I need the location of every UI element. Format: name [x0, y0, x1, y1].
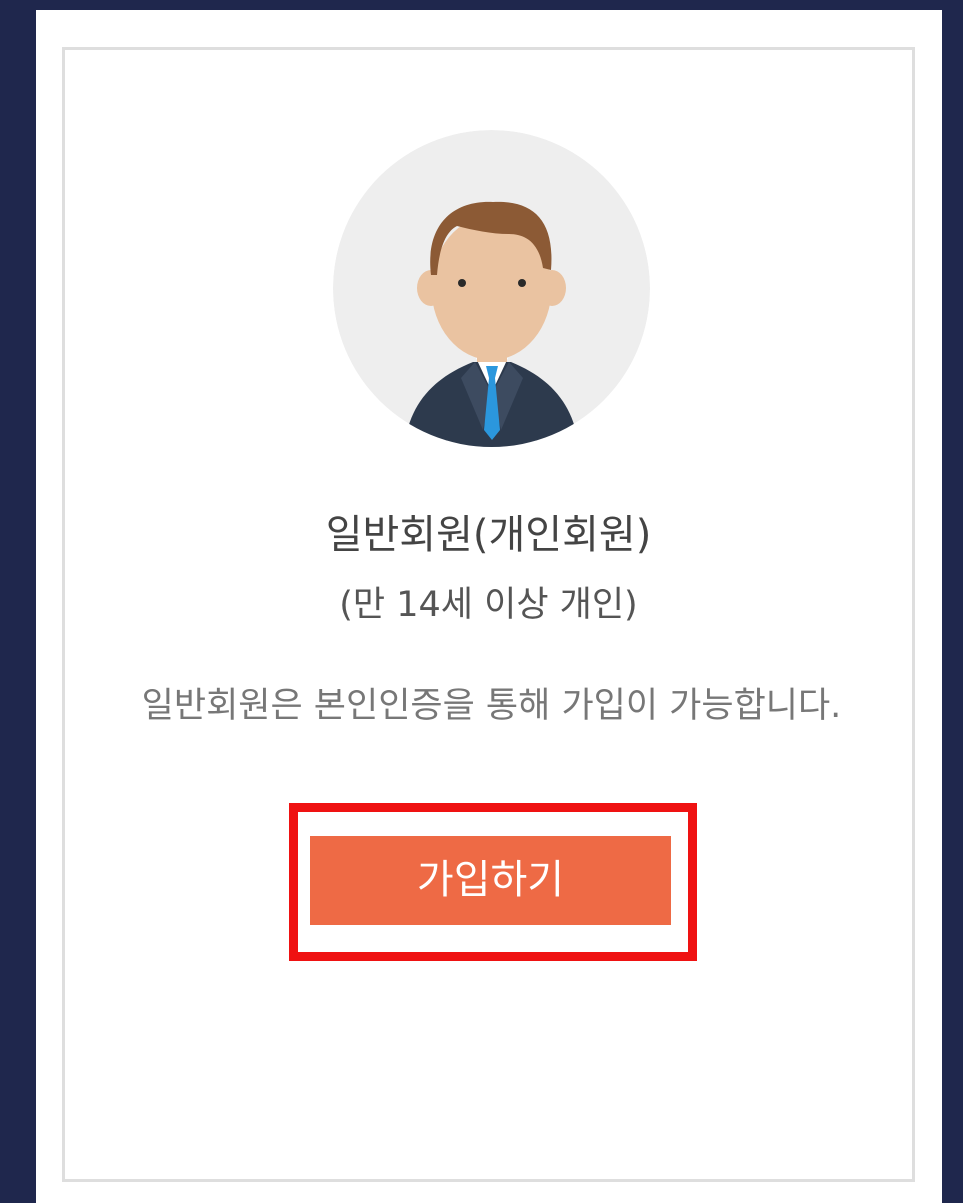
- general-member-card: 일반회원(개인회원) (만 14세 이상 개인) 일반회원은 본인인증을 통해 …: [62, 47, 915, 1182]
- signup-panel: 일반회원(개인회원) (만 14세 이상 개인) 일반회원은 본인인증을 통해 …: [36, 10, 942, 1203]
- member-type-title: 일반회원(개인회원): [325, 512, 652, 558]
- member-type-subtitle: (만 14세 이상 개인): [339, 585, 638, 625]
- join-button[interactable]: 가입하기: [310, 836, 671, 925]
- businessman-avatar-icon: [333, 130, 650, 447]
- member-type-description: 일반회원은 본인인증을 통해 가입이 가능합니다.: [141, 686, 842, 726]
